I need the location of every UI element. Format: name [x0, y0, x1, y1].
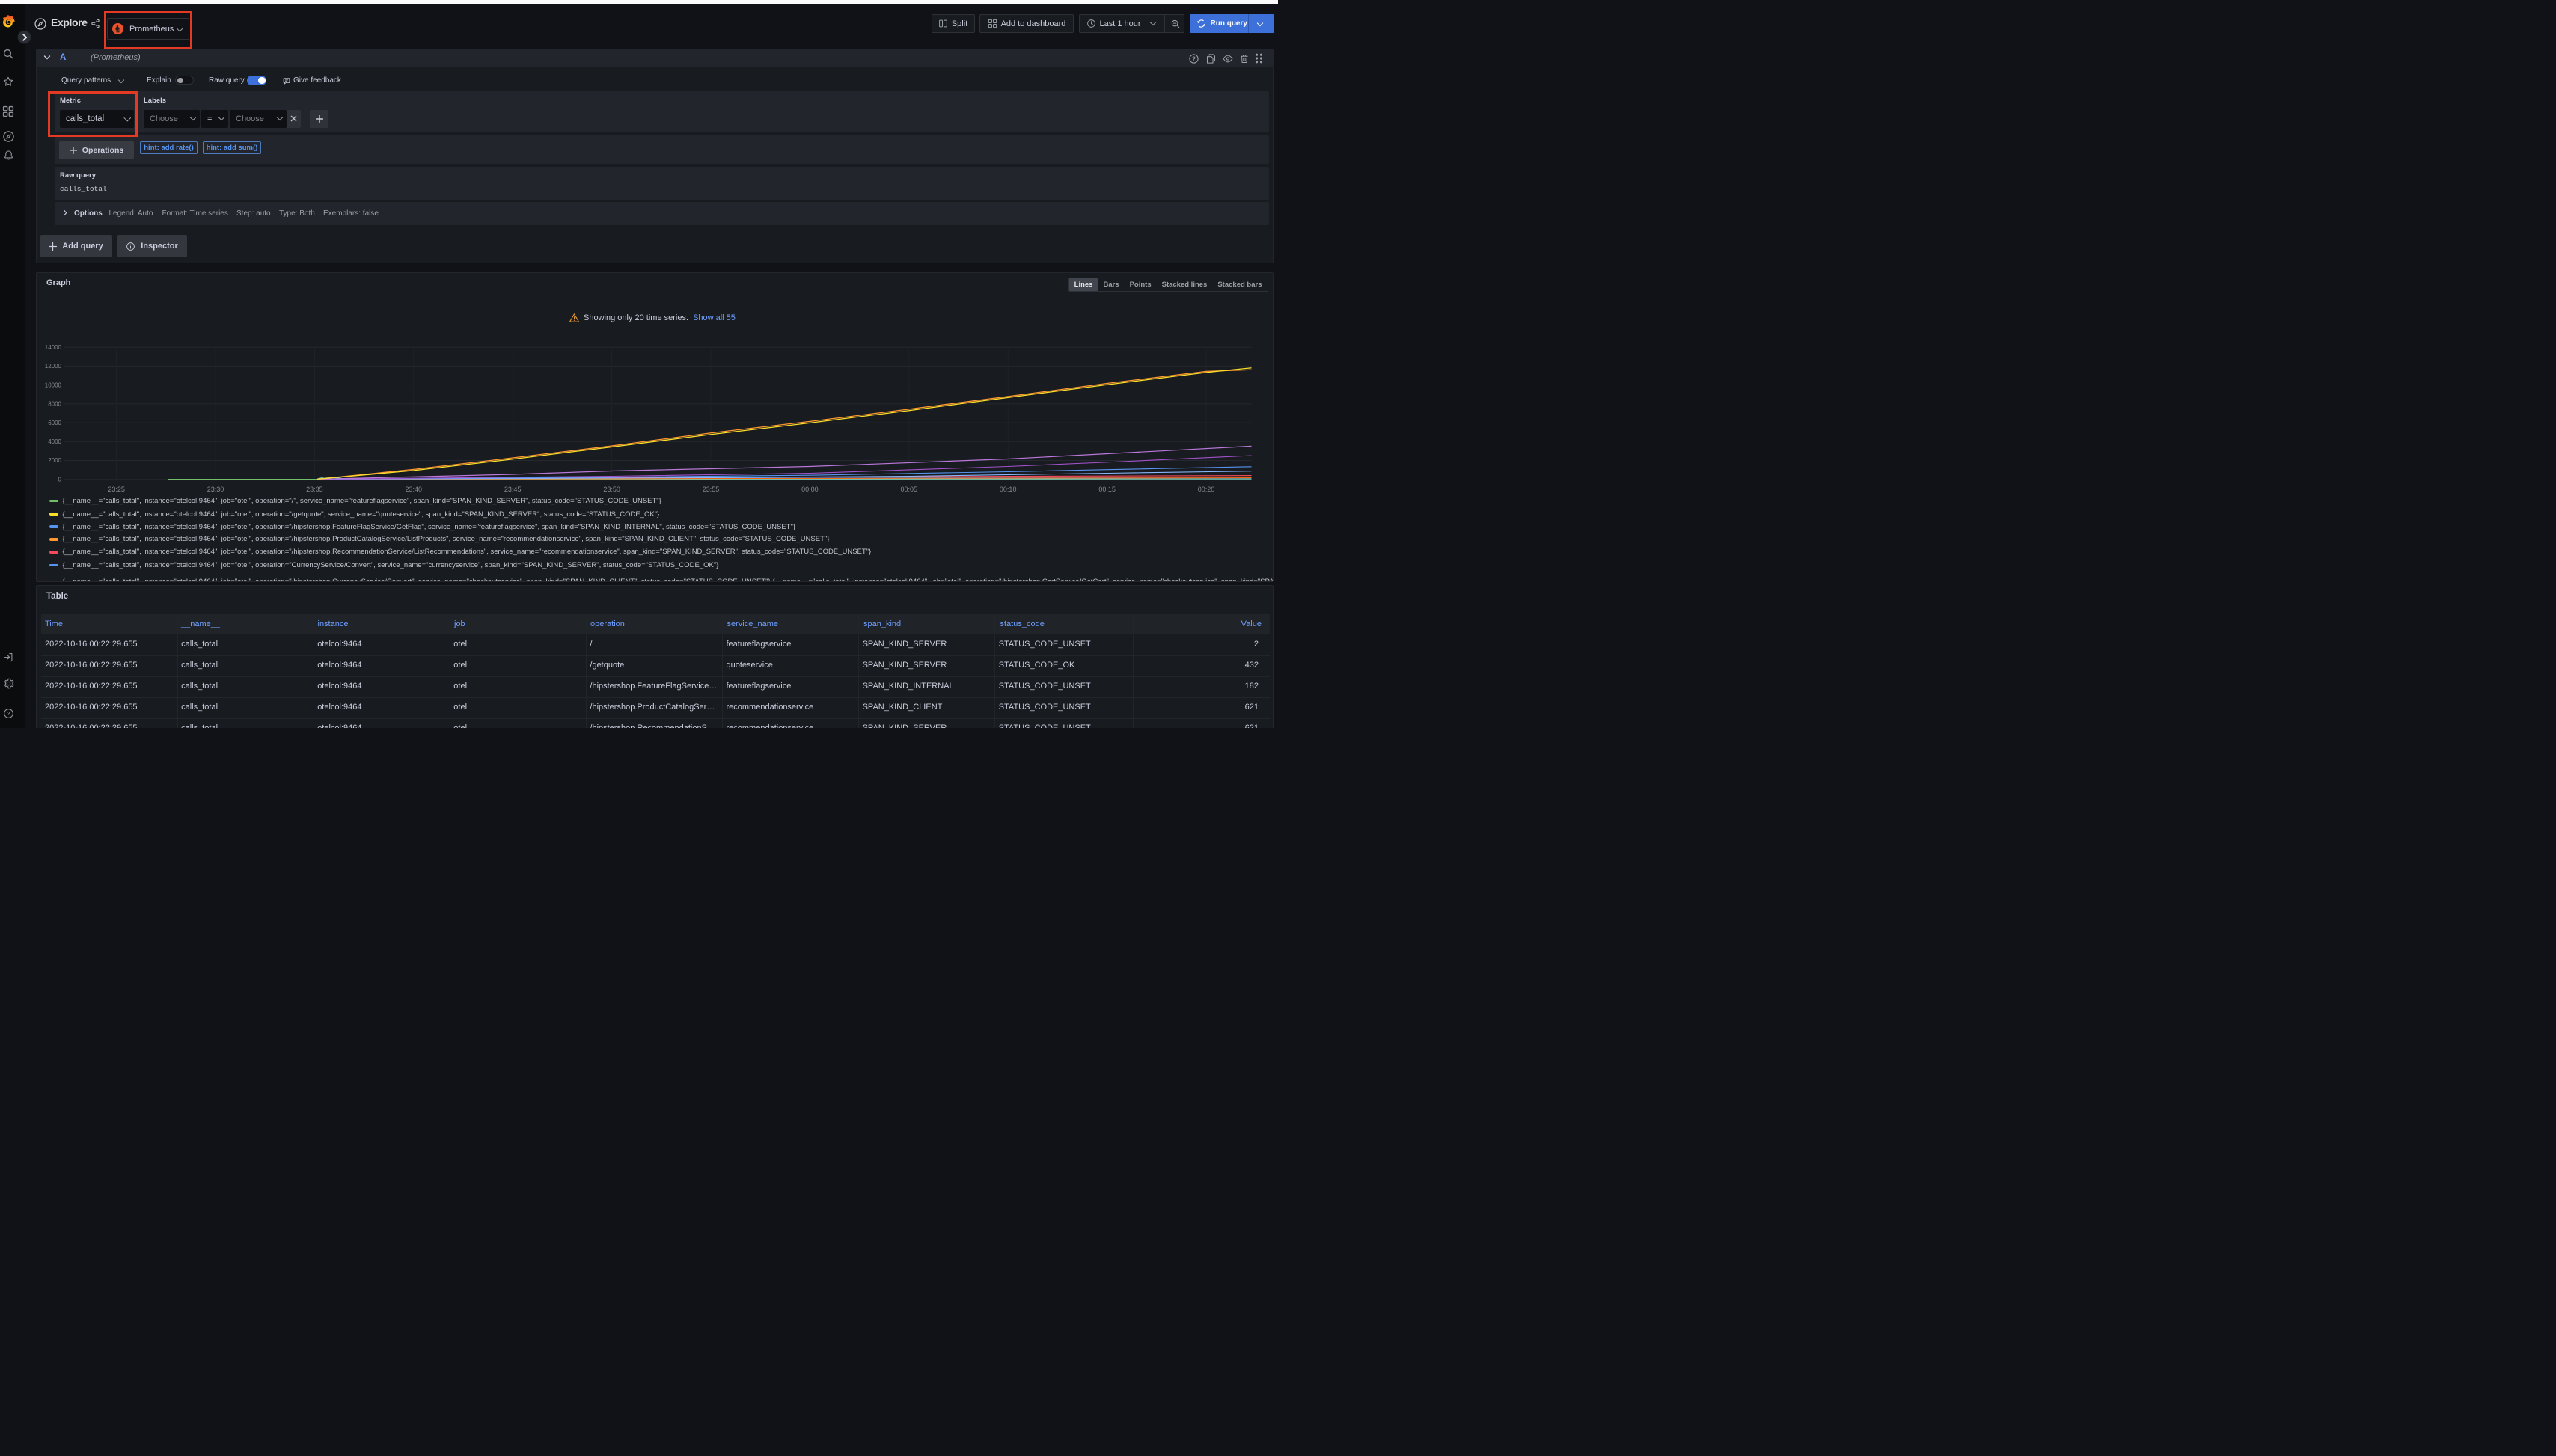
svg-text:23:25: 23:25: [108, 486, 125, 493]
svg-text:00:15: 00:15: [1098, 486, 1116, 493]
svg-text:00:20: 00:20: [1198, 486, 1215, 493]
svg-text:23:50: 23:50: [603, 486, 620, 493]
svg-text:00:05: 00:05: [901, 486, 918, 493]
svg-text:23:30: 23:30: [207, 486, 224, 493]
svg-text:23:45: 23:45: [504, 486, 522, 493]
svg-text:23:55: 23:55: [703, 486, 720, 493]
svg-text:00:10: 00:10: [1000, 486, 1017, 493]
svg-text:23:35: 23:35: [306, 486, 323, 493]
svg-text:23:40: 23:40: [406, 486, 423, 493]
svg-text:?: ?: [7, 710, 10, 717]
svg-text:?: ?: [1192, 55, 1196, 62]
svg-text:00:00: 00:00: [801, 486, 819, 493]
